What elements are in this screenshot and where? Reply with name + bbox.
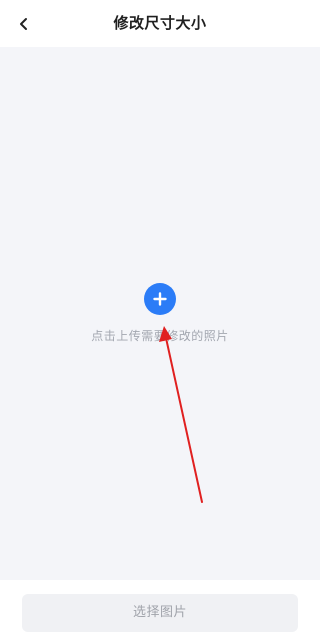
bottom-bar: 选择图片	[0, 580, 320, 644]
choose-image-button[interactable]: 选择图片	[22, 594, 298, 632]
top-bar: 修改尺寸大小	[0, 0, 320, 47]
add-photo-button[interactable]	[144, 283, 176, 315]
upload-area[interactable]: 点击上传需要修改的照片	[60, 283, 260, 353]
screen: 修改尺寸大小 点击上传需要修改的照片 选择图片	[0, 0, 320, 644]
page-title: 修改尺寸大小	[113, 14, 207, 32]
plus-icon	[153, 292, 167, 306]
content-area: 点击上传需要修改的照片	[0, 47, 320, 580]
upload-hint: 点击上传需要修改的照片	[91, 329, 229, 343]
